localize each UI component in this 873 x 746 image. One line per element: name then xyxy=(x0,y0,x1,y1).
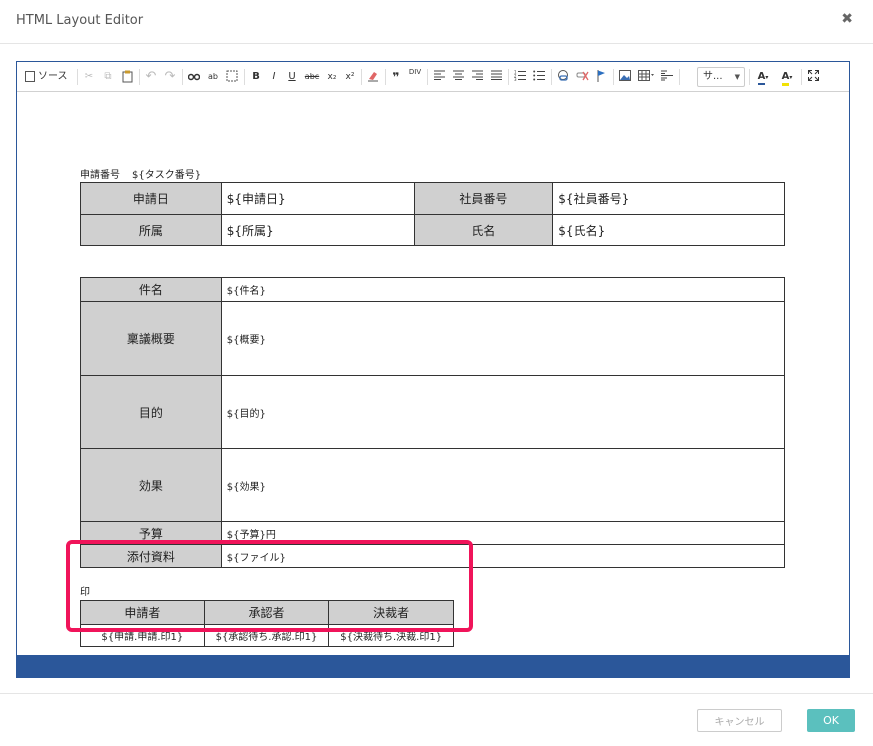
table-value-cell: ${予算}円 xyxy=(220,521,786,545)
table-row: 所属 ${所属} 氏名 ${氏名} xyxy=(80,214,785,246)
editor-status-bar xyxy=(17,655,849,677)
redo-icon[interactable]: ↷ xyxy=(162,67,178,87)
table-value-cell: ${件名} xyxy=(220,277,786,302)
numbered-list-icon[interactable]: 123 xyxy=(512,67,528,87)
superscript-icon[interactable]: x² xyxy=(343,67,357,87)
remove-format-icon[interactable] xyxy=(365,67,381,87)
stamp-table: 申請者 承認者 決裁者 ${申請.申請.印1} ${承認待ち.承認.印1} ${… xyxy=(80,600,454,647)
bold-icon[interactable]: B xyxy=(249,67,263,87)
horizontal-line-icon[interactable] xyxy=(659,67,675,87)
anchor-icon[interactable] xyxy=(593,67,609,87)
table-row: 申請者 承認者 決裁者 xyxy=(80,600,454,625)
application-number: 申請番号 ${タスク番号} xyxy=(80,166,213,181)
unlink-icon[interactable] xyxy=(574,67,590,87)
source-button[interactable]: ソース xyxy=(25,67,71,87)
align-left-icon[interactable] xyxy=(431,67,447,87)
strikethrough-icon[interactable]: abc xyxy=(303,67,321,87)
table-header-cell: 承認者 xyxy=(203,600,330,625)
source-icon xyxy=(25,70,35,82)
select-all-icon[interactable] xyxy=(224,67,240,87)
bg-color-icon[interactable]: A▾ xyxy=(777,67,797,87)
applicant-info-table: 申請日 ${申請日} 社員番号 ${社員番号} 所属 ${所属} 氏名 ${氏名… xyxy=(80,182,785,246)
rich-text-editor: ソース ✂ ⧉ ↶ ↷ ab B I U abc x₂ x² ❞ DIV 1 2… xyxy=(16,61,850,678)
table-value-cell: ${承認待ち.承認.印1} xyxy=(203,624,330,647)
table-header-cell: 所属 xyxy=(80,214,222,246)
table-value-cell: ${決裁待ち.決裁.印1} xyxy=(328,624,454,647)
undo-icon[interactable]: ↶ xyxy=(143,67,159,87)
find-icon[interactable] xyxy=(186,67,202,87)
paste-icon[interactable] xyxy=(119,67,135,87)
table-header-cell: 目的 xyxy=(80,375,222,449)
table-icon[interactable] xyxy=(636,67,656,87)
underline-icon[interactable]: U xyxy=(285,67,299,87)
text-color-icon[interactable]: A▾ xyxy=(753,67,773,87)
table-value-cell: ${効果} xyxy=(220,448,786,522)
copy-icon[interactable]: ⧉ xyxy=(100,67,116,87)
table-value-cell: ${目的} xyxy=(220,375,786,449)
table-header-cell: 添付資料 xyxy=(80,544,222,568)
table-row: 効果 ${効果} xyxy=(80,448,786,522)
table-value-cell: ${氏名} xyxy=(552,214,785,246)
table-header-cell: 件名 xyxy=(80,277,222,302)
table-value-cell: ${概要} xyxy=(220,301,786,376)
table-value-cell: ${ファイル} xyxy=(220,544,786,568)
editor-content[interactable]: 申請番号 ${タスク番号} 申請日 ${申請日} 社員番号 ${社員番号} 所属 … xyxy=(17,93,849,655)
table-header-cell: 予算 xyxy=(80,521,222,545)
table-value-cell: ${社員番号} xyxy=(552,182,785,215)
link-icon[interactable] xyxy=(555,67,571,87)
align-right-icon[interactable] xyxy=(469,67,485,87)
application-number-value: ${タスク番号} xyxy=(132,170,202,181)
application-number-label: 申請番号 xyxy=(80,170,120,181)
table-row: 申請日 ${申請日} 社員番号 ${社員番号} xyxy=(80,182,785,215)
table-value-cell: ${所属} xyxy=(220,214,415,246)
table-header-cell: 稟議概要 xyxy=(80,301,222,376)
editor-toolbar: ソース ✂ ⧉ ↶ ↷ ab B I U abc x₂ x² ❞ DIV 1 2… xyxy=(17,62,849,92)
table-value-cell: ${申請日} xyxy=(220,182,415,215)
table-header-cell: 社員番号 xyxy=(413,182,554,215)
style-select-value: サ... xyxy=(703,71,723,82)
style-select[interactable]: サ... ▼ xyxy=(697,67,745,87)
image-icon[interactable] xyxy=(617,67,633,87)
table-row: 稟議概要 ${概要} xyxy=(80,301,786,376)
stamp-label: 印 xyxy=(80,587,90,598)
chevron-down-icon: ▼ xyxy=(734,73,740,81)
dialog-title: HTML Layout Editor xyxy=(16,13,144,28)
dialog-footer: キャンセル OK xyxy=(0,693,873,746)
blockquote-icon[interactable]: ❞ xyxy=(389,67,403,87)
align-justify-icon[interactable] xyxy=(488,67,504,87)
close-icon[interactable]: ✖ xyxy=(841,11,853,27)
proposal-detail-table: 件名 ${件名} 稟議概要 ${概要} 目的 ${目的} 効果 ${効果} 予算 xyxy=(80,277,786,568)
html-layout-editor-dialog: HTML Layout Editor ✖ ソース ✂ ⧉ ↶ ↷ ab B I … xyxy=(0,0,873,746)
ok-button[interactable]: OK xyxy=(807,709,855,732)
table-header-cell: 申請日 xyxy=(80,182,222,215)
table-header-cell: 決裁者 xyxy=(328,600,454,625)
table-row: 添付資料 ${ファイル} xyxy=(80,544,786,568)
maximize-icon[interactable] xyxy=(805,67,821,87)
table-row: 件名 ${件名} xyxy=(80,277,786,302)
div-icon[interactable]: DIV xyxy=(407,67,423,87)
table-row: 予算 ${予算}円 xyxy=(80,521,786,545)
table-header-cell: 申請者 xyxy=(80,600,205,625)
cancel-button[interactable]: キャンセル xyxy=(697,709,782,732)
source-label: ソース xyxy=(38,71,68,82)
table-value-cell: ${申請.申請.印1} xyxy=(80,624,205,647)
align-center-icon[interactable] xyxy=(450,67,466,87)
table-row: ${申請.申請.印1} ${承認待ち.承認.印1} ${決裁待ち.決裁.印1} xyxy=(80,624,454,647)
dialog-header: HTML Layout Editor ✖ xyxy=(0,0,873,44)
table-row: 目的 ${目的} xyxy=(80,375,786,449)
italic-icon[interactable]: I xyxy=(267,67,281,87)
replace-icon[interactable]: ab xyxy=(205,67,221,87)
table-header-cell: 氏名 xyxy=(413,214,554,246)
svg-text:3: 3 xyxy=(514,77,517,81)
subscript-icon[interactable]: x₂ xyxy=(325,67,339,87)
table-header-cell: 効果 xyxy=(80,448,222,522)
bulleted-list-icon[interactable] xyxy=(531,67,547,87)
cut-icon[interactable]: ✂ xyxy=(81,67,97,87)
